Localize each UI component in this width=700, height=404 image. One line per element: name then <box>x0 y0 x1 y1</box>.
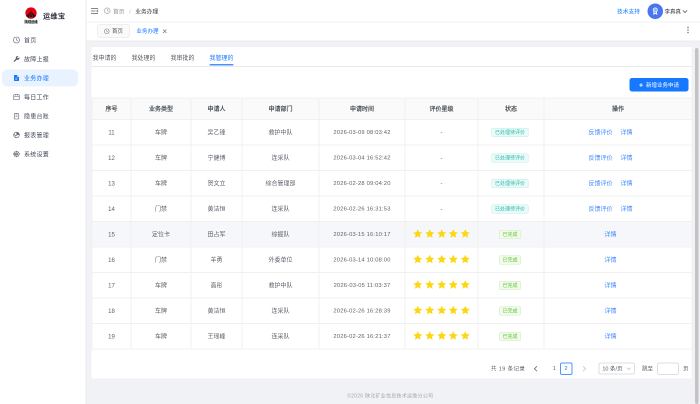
svg-text:陕煤运维: 陕煤运维 <box>25 19 39 24</box>
